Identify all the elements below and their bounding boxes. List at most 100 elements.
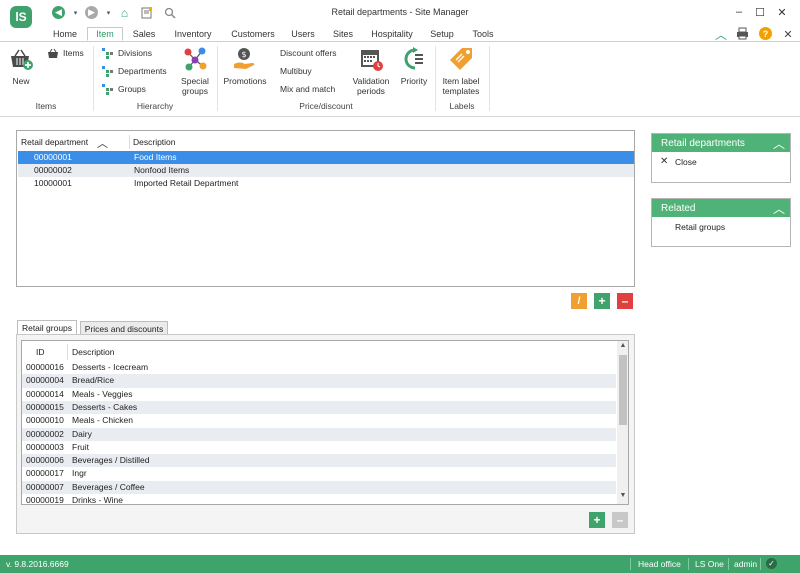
- close-document-icon[interactable]: ✕: [781, 27, 795, 41]
- promotions-button[interactable]: $ Promotions: [222, 46, 268, 98]
- column-header-description[interactable]: Description: [133, 137, 176, 147]
- cell-id: 00000014: [26, 388, 64, 399]
- cell-id: 00000007: [26, 481, 64, 492]
- new-button[interactable]: New: [6, 46, 36, 98]
- validation-periods-button[interactable]: Validation periods: [350, 46, 392, 98]
- column-header-id[interactable]: ID: [36, 347, 45, 357]
- table-row[interactable]: 00000001 Food Items: [18, 151, 634, 164]
- table-row[interactable]: 00000006 Beverages / Distilled: [22, 454, 616, 468]
- collapse-panel-icon[interactable]: ︿: [773, 200, 787, 216]
- table-row[interactable]: 10000001 Imported Retail Department: [18, 177, 634, 190]
- table-row[interactable]: 00000014 Meals - Veggies: [22, 388, 616, 401]
- maximize-button[interactable]: ☐: [750, 4, 770, 20]
- divisions-button[interactable]: Divisions: [102, 48, 172, 60]
- table-row[interactable]: 00000002 Dairy: [22, 427, 616, 441]
- table-row[interactable]: 00000007 Beverages / Coffee: [22, 480, 616, 494]
- item-label-templates-button[interactable]: Item label templates: [438, 46, 484, 98]
- scrollbar-thumb[interactable]: [619, 355, 627, 425]
- forward-dropdown-icon[interactable]: ▾: [102, 6, 115, 19]
- cell-description: Imported Retail Department: [134, 178, 239, 188]
- retail-departments-grid[interactable]: Retail department ︿ Description 00000001…: [16, 130, 635, 287]
- app-logo-icon[interactable]: lS: [10, 6, 32, 28]
- forward-icon[interactable]: ▶: [85, 6, 98, 19]
- side-panel-header: Retail departments: [652, 134, 790, 152]
- sort-ascending-icon[interactable]: ︿: [97, 135, 109, 150]
- close-icon[interactable]: ✕: [660, 156, 674, 168]
- cell-id: 00000017: [26, 468, 64, 479]
- departments-button[interactable]: Departments: [102, 66, 172, 78]
- cell-id: 00000016: [26, 362, 64, 372]
- scroll-up-icon[interactable]: ▲: [618, 342, 628, 352]
- table-row[interactable]: 00000004 Bread/Rice: [22, 374, 616, 388]
- tab-customers[interactable]: Customers: [225, 27, 281, 41]
- table-row[interactable]: 00000010 Meals - Chicken: [22, 414, 616, 427]
- tab-users[interactable]: Users: [286, 27, 320, 41]
- discount-offers-button[interactable]: Discount offers: [280, 48, 337, 58]
- title-bar: lS ◀ ▾ ▶ ▾ ⌂ Retail departments - Site M…: [0, 0, 800, 28]
- remove-group-button[interactable]: –: [612, 512, 628, 528]
- cell-description: Meals - Veggies: [72, 388, 133, 399]
- table-row[interactable]: 00000016 Desserts - Icecream: [22, 361, 616, 374]
- delete-button[interactable]: –: [617, 293, 633, 309]
- tab-setup[interactable]: Setup: [425, 27, 459, 41]
- collapse-ribbon-icon[interactable]: ︿: [714, 27, 728, 42]
- tab-hospitality[interactable]: Hospitality: [364, 27, 420, 41]
- basket-add-icon: [8, 46, 34, 72]
- user-name: admin: [734, 559, 758, 569]
- special-groups-button[interactable]: Special groups: [177, 46, 213, 98]
- cell-id: 00000002: [34, 165, 72, 175]
- tab-home[interactable]: Home: [48, 27, 82, 41]
- vertical-scrollbar[interactable]: ▲ ▼: [617, 341, 628, 504]
- tab-retail-groups[interactable]: Retail groups: [17, 320, 77, 335]
- cell-id: 00000019: [26, 495, 64, 505]
- basket-icon: [47, 48, 59, 59]
- mix-and-match-button[interactable]: Mix and match: [280, 84, 335, 94]
- column-header-description[interactable]: Description: [72, 347, 115, 357]
- multibuy-button[interactable]: Multibuy: [280, 66, 312, 76]
- search-icon[interactable]: [163, 6, 176, 19]
- table-row[interactable]: 00000002 Nonfood Items: [18, 164, 634, 177]
- tab-sites[interactable]: Sites: [327, 27, 359, 41]
- priority-icon: [401, 46, 427, 72]
- close-link[interactable]: Close: [675, 157, 697, 167]
- back-icon[interactable]: ◀: [52, 6, 65, 19]
- priority-button[interactable]: Priority: [396, 46, 432, 98]
- priority-label: Priority: [400, 76, 428, 86]
- table-row[interactable]: 00000015 Desserts - Cakes: [22, 400, 616, 415]
- cell-id: 00000015: [26, 401, 64, 412]
- tab-tools[interactable]: Tools: [465, 27, 501, 41]
- retail-groups-grid[interactable]: ID Description 00000016 Desserts - Icecre…: [21, 340, 629, 505]
- tab-item[interactable]: Item: [87, 27, 123, 41]
- status-separator: [728, 558, 729, 570]
- cell-description: Dairy: [72, 428, 92, 439]
- items-button-label: Items: [63, 48, 84, 58]
- items-button[interactable]: Items: [47, 48, 89, 60]
- home-icon[interactable]: ⌂: [118, 6, 131, 20]
- minimize-button[interactable]: –: [729, 4, 749, 20]
- status-separator: [760, 558, 761, 570]
- print-icon[interactable]: [736, 27, 750, 41]
- scroll-down-icon[interactable]: ▼: [618, 492, 628, 502]
- table-row[interactable]: 00000019 Drinks - Wine: [22, 494, 616, 505]
- tab-sales[interactable]: Sales: [127, 27, 161, 41]
- add-button[interactable]: +: [594, 293, 610, 309]
- edit-button[interactable]: /: [571, 293, 587, 309]
- table-row[interactable]: 00000003 Fruit: [22, 441, 616, 454]
- add-group-button[interactable]: +: [589, 512, 605, 528]
- back-dropdown-icon[interactable]: ▾: [69, 6, 82, 19]
- tab-inventory[interactable]: Inventory: [167, 27, 219, 41]
- status-bar: v. 9.8.2016.6669 Head office LS One admi…: [0, 555, 800, 573]
- column-header-retail-department[interactable]: Retail department: [21, 137, 88, 147]
- label-tag-icon: [448, 46, 474, 72]
- table-row[interactable]: 00000017 Ingr: [22, 467, 616, 480]
- groups-button[interactable]: Groups: [102, 84, 172, 96]
- help-icon[interactable]: ?: [759, 27, 772, 40]
- retail-groups-link[interactable]: Retail groups: [675, 222, 725, 232]
- close-button[interactable]: ✕: [772, 4, 792, 20]
- groups-label: Groups: [118, 84, 146, 94]
- collapse-panel-icon[interactable]: ︿: [773, 135, 787, 151]
- notes-icon[interactable]: [140, 6, 153, 19]
- cell-id: 00000002: [26, 428, 64, 439]
- column-divider: [67, 344, 68, 360]
- ribbon-tab-bar: Home Item Sales Inventory Customers User…: [0, 27, 800, 42]
